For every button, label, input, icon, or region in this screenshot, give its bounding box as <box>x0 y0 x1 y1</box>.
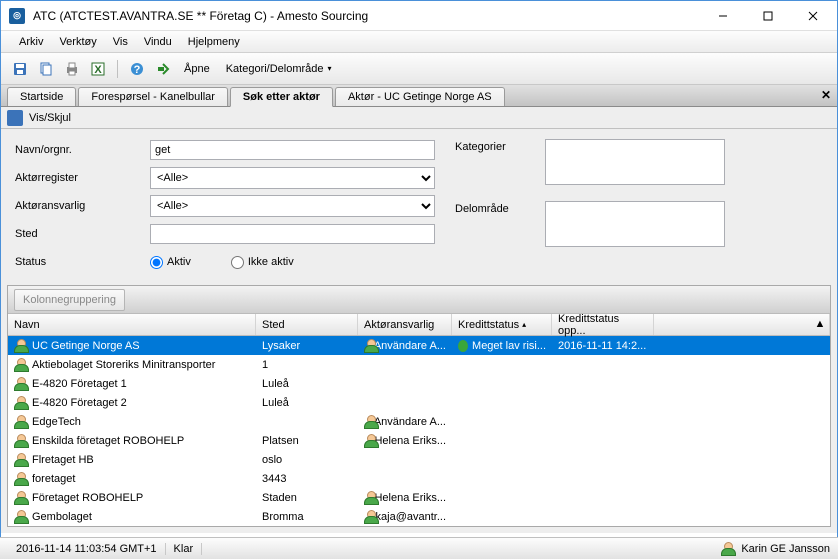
kategori-label: Kategori/Delområde <box>226 63 324 75</box>
aktiv-radio[interactable]: Aktiv <box>150 256 191 269</box>
user-icon <box>721 542 735 556</box>
sort-icon: ▴ <box>522 320 526 329</box>
table-row[interactable]: Företaget ROBOHELPStadenHelena Eriks... <box>8 488 830 507</box>
copy-icon[interactable] <box>35 58 57 80</box>
kolonnegruppering-button[interactable]: Kolonnegruppering <box>14 289 125 311</box>
status-user: Karin GE Jansson <box>721 542 830 556</box>
col-aktoransvarlig[interactable]: Aktøransvarlig <box>358 314 452 335</box>
table-row[interactable]: GembolagetBrommakaja@avantr... <box>8 507 830 526</box>
toolbar: X ? Åpne Kategori/Delområde ▾ <box>1 53 837 85</box>
aktorregister-label: Aktørregister <box>15 172 150 184</box>
kategori-dropdown[interactable]: Kategori/Delområde ▾ <box>220 63 338 75</box>
navn-label: Navn/orgnr. <box>15 144 150 156</box>
excel-icon[interactable]: X <box>87 58 109 80</box>
person-icon <box>14 358 28 372</box>
titlebar: ◎ ATC (ATCTEST.AVANTRA.SE ** Företag C) … <box>1 1 837 31</box>
person-icon <box>364 491 370 505</box>
table-row[interactable]: Flretaget HBoslo <box>8 450 830 469</box>
menu-arkiv[interactable]: Arkiv <box>11 33 51 51</box>
grouping-bar: Kolonnegruppering <box>8 286 830 314</box>
person-icon <box>14 434 28 448</box>
close-button[interactable] <box>790 2 835 30</box>
status-time: 2016-11-14 11:03:54 GMT+1 <box>8 543 166 555</box>
status-state: Klar <box>166 543 203 555</box>
search-form: Navn/orgnr. Aktørregister <Alle> Aktøran… <box>1 129 837 285</box>
toggle-icon[interactable] <box>7 110 23 126</box>
table-row[interactable]: E-4820 Företaget 1Luleå <box>8 374 830 393</box>
save-icon[interactable] <box>9 58 31 80</box>
print-icon[interactable] <box>61 58 83 80</box>
results-area: Kolonnegruppering ▲ Navn Sted Aktøransva… <box>1 285 837 533</box>
delomrade-label: Delområde <box>455 201 545 215</box>
table-row[interactable]: Enskilda företaget ROBOHELPPlatsenHelena… <box>8 431 830 450</box>
grid-body[interactable]: UC Getinge Norge ASLysakerAnvändare A...… <box>8 336 830 526</box>
table-row[interactable]: E-4820 Företaget 2Luleå <box>8 393 830 412</box>
person-icon <box>14 510 28 524</box>
tab-startside[interactable]: Startside <box>7 87 76 106</box>
sted-input[interactable] <box>150 224 435 244</box>
person-icon <box>364 339 370 353</box>
aktorregister-select[interactable]: <Alle> <box>150 167 435 189</box>
person-icon <box>364 415 370 429</box>
grid-header: Navn Sted Aktøransvarlig Kredittstatus▴ … <box>8 314 830 336</box>
person-icon <box>14 453 28 467</box>
person-icon <box>14 377 28 391</box>
status-label: Status <box>15 256 150 268</box>
vis-skjul-button[interactable]: Vis/Skjul <box>29 112 71 124</box>
table-row[interactable]: foretaget3443 <box>8 469 830 488</box>
help-icon[interactable]: ? <box>126 58 148 80</box>
person-icon <box>364 510 372 524</box>
apne-button[interactable]: Åpne <box>178 63 216 75</box>
aktoransvarlig-select[interactable]: <Alle> <box>150 195 435 217</box>
apne-label: Åpne <box>184 63 210 75</box>
kategorier-input[interactable] <box>545 139 725 185</box>
table-row[interactable]: Aktiebolaget Storeriks Minitransporter1 <box>8 355 830 374</box>
person-icon <box>14 472 28 486</box>
col-spacer <box>654 314 830 335</box>
ikke-aktiv-radio[interactable]: Ikke aktiv <box>231 256 294 269</box>
menu-vis[interactable]: Vis <box>105 33 136 51</box>
kategorier-label: Kategorier <box>455 139 545 153</box>
separator-icon <box>117 60 118 78</box>
person-icon <box>14 491 28 505</box>
refresh-icon[interactable] <box>152 58 174 80</box>
menubar: Arkiv Verktøy Vis Vindu Hjelpmeny <box>1 31 837 53</box>
window-title: ATC (ATCTEST.AVANTRA.SE ** Företag C) - … <box>33 9 700 23</box>
person-icon <box>14 339 28 353</box>
minimize-button[interactable] <box>700 2 745 30</box>
col-navn[interactable]: Navn <box>8 314 256 335</box>
delomrade-input[interactable] <box>545 201 725 247</box>
scroll-up-icon[interactable]: ▲ <box>812 316 828 332</box>
aktoransvarlig-label: Aktøransvarlig <box>15 200 150 212</box>
menu-verktoy[interactable]: Verktøy <box>51 33 104 51</box>
tab-sok-etter-aktor[interactable]: Søk etter aktør <box>230 87 333 107</box>
statusbar: 2016-11-14 11:03:54 GMT+1 Klar Karin GE … <box>0 537 838 559</box>
tab-close-icon[interactable]: ✕ <box>821 88 831 102</box>
person-icon <box>14 396 28 410</box>
svg-text:?: ? <box>134 64 141 76</box>
tab-aktor-uc[interactable]: Aktør - UC Getinge Norge AS <box>335 87 505 106</box>
chevron-down-icon: ▾ <box>328 64 332 73</box>
maximize-button[interactable] <box>745 2 790 30</box>
col-kredittstatus[interactable]: Kredittstatus▴ <box>452 314 552 335</box>
navn-input[interactable] <box>150 140 435 160</box>
sted-label: Sted <box>15 228 150 240</box>
menu-hjelpmeny[interactable]: Hjelpmeny <box>180 33 248 51</box>
subtoolbar: Vis/Skjul <box>1 107 837 129</box>
svg-text:X: X <box>94 64 102 76</box>
table-row[interactable]: EdgeTechAnvändare A... <box>8 412 830 431</box>
status-dot-icon <box>458 340 468 352</box>
table-row[interactable]: UC Getinge Norge ASLysakerAnvändare A...… <box>8 336 830 355</box>
person-icon <box>364 434 370 448</box>
app-icon: ◎ <box>9 8 25 24</box>
menu-vindu[interactable]: Vindu <box>136 33 180 51</box>
col-kredittopp[interactable]: Kredittstatus opp... <box>552 314 654 335</box>
col-sted[interactable]: Sted <box>256 314 358 335</box>
tab-foresporsel[interactable]: Forespørsel - Kanelbullar <box>78 87 228 106</box>
person-icon <box>14 415 28 429</box>
tab-bar: Startside Forespørsel - Kanelbullar Søk … <box>1 85 837 107</box>
